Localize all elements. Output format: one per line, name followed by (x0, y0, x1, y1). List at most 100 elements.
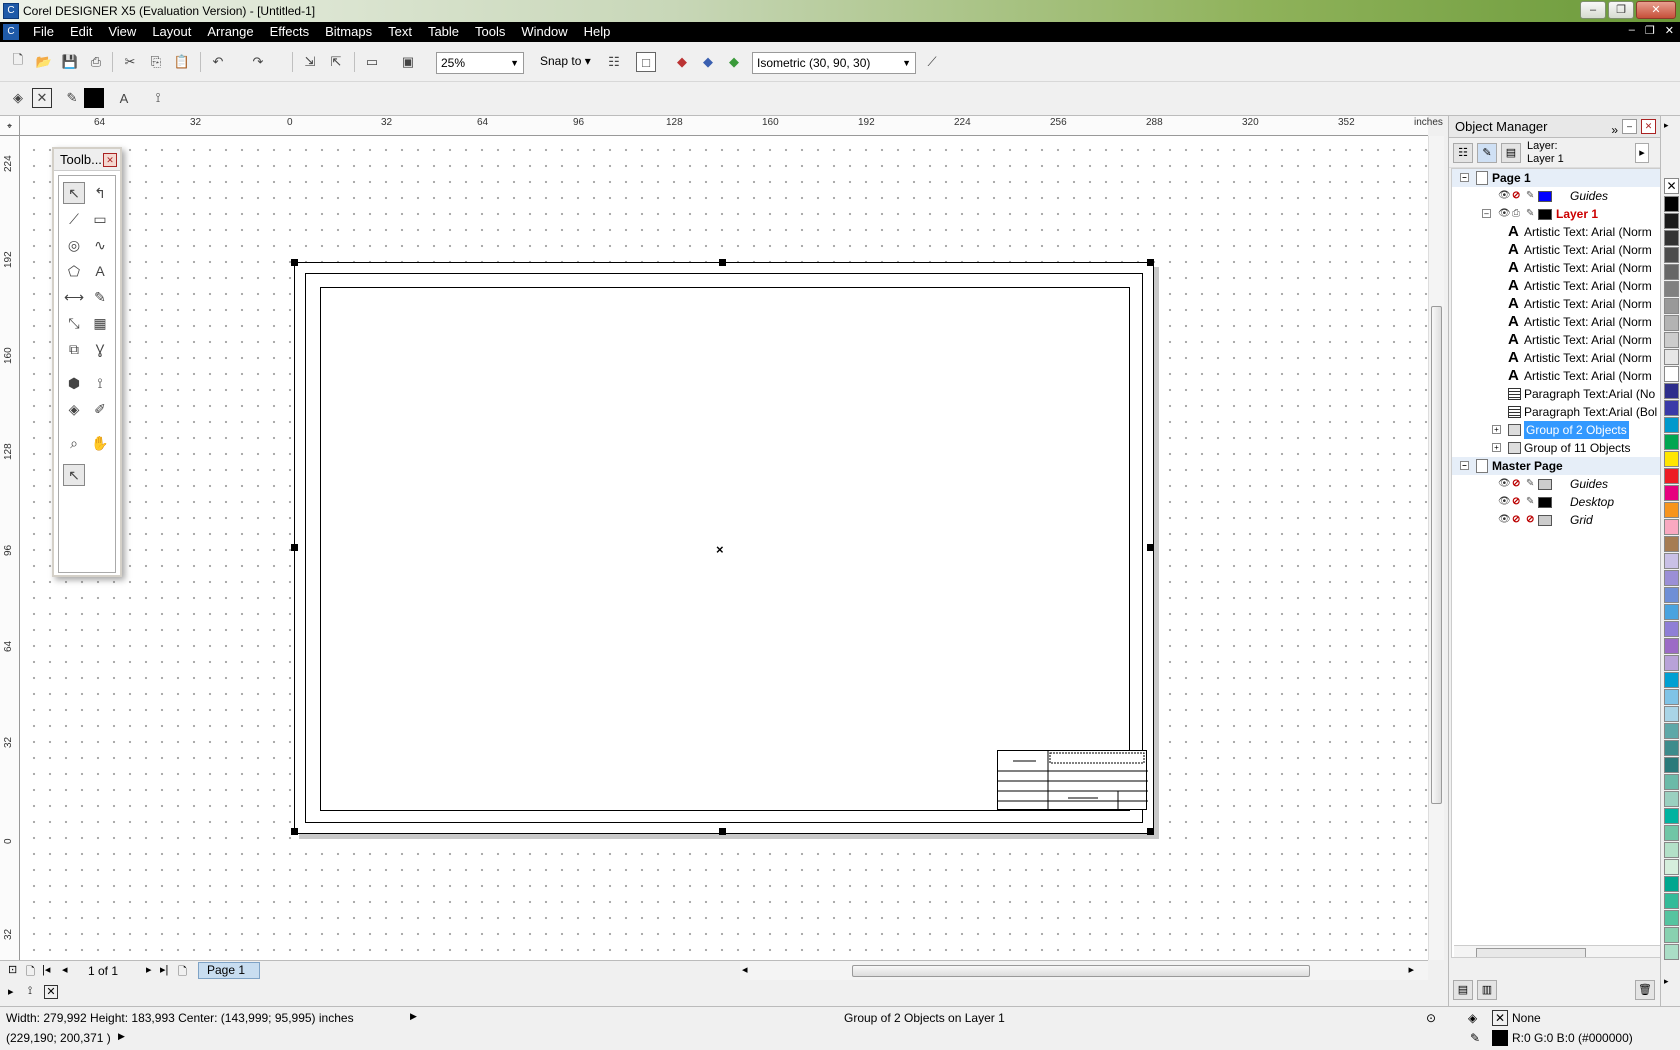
open-icon[interactable]: 📂 (34, 52, 54, 72)
show-properties-icon[interactable]: ☷ (1453, 143, 1473, 163)
menu-tools[interactable]: Tools (467, 22, 513, 42)
color-swatch[interactable] (1664, 383, 1679, 399)
eye-icon[interactable]: 👁 (1498, 187, 1511, 205)
menu-effects[interactable]: Effects (262, 22, 318, 42)
menu-layout[interactable]: Layout (144, 22, 199, 42)
inner-frame[interactable] (320, 287, 1130, 811)
color-swatch[interactable] (1664, 230, 1679, 246)
minimize-panel-icon[interactable]: – (1622, 119, 1637, 134)
pencil-icon[interactable]: ✎ (1526, 187, 1534, 205)
menu-arrange[interactable]: Arrange (199, 22, 261, 42)
object-manager-header[interactable]: Object Manager » – ✕ (1449, 116, 1660, 138)
tree-master-guides[interactable]: 👁 ⊘ ✎ Guides (1452, 475, 1660, 493)
selection-handle[interactable] (1147, 544, 1154, 551)
print-icon[interactable]: ⎙ (86, 52, 106, 72)
connector-tool-icon[interactable]: ⤡ (63, 312, 85, 334)
pencil-icon[interactable]: ✎ (1526, 475, 1534, 493)
vertical-ruler[interactable]: 224 192 160 128 96 64 32 0 32 (0, 136, 20, 960)
snap-to-dropdown[interactable]: Snap to ▾ (540, 54, 591, 68)
tree-group-2-objects[interactable]: + Group of 2 Objects (1452, 421, 1660, 439)
tree-master-grid[interactable]: 👁 ⊘ ⊘ Grid (1452, 511, 1660, 529)
color-swatch[interactable] (1664, 332, 1679, 348)
print-disabled-icon[interactable]: ⊘ (1512, 511, 1520, 529)
outline-tool-icon[interactable]: ✐ (89, 398, 111, 420)
paste-icon[interactable]: 📋 (172, 52, 192, 72)
doc-close-icon[interactable]: ✕ (1665, 24, 1674, 37)
color-swatch[interactable] (1664, 757, 1679, 773)
object-tree-hscroll-thumb[interactable] (1476, 948, 1586, 957)
toolbox-window[interactable]: Toolb... ✕ ↖ ↰ ⟋ ▭ ◎ ∿ ⬠ A ⟷ ✎ ⤡ ▦ ⧉ Ɣ ⬢ … (52, 147, 122, 577)
no-fill-icon[interactable]: ✕ (44, 985, 58, 999)
collapse-icon[interactable]: – (1482, 209, 1491, 218)
tree-paragraph-text[interactable]: Paragraph Text:Arial (No (1452, 385, 1660, 403)
color-swatch[interactable] (1664, 791, 1679, 807)
extrude-tool-icon[interactable]: ⬢ (63, 372, 85, 394)
projection-select[interactable]: Isometric (30, 90, 30) ▼ (752, 52, 916, 74)
selection-handle[interactable] (291, 828, 298, 835)
color-swatch[interactable] (1664, 570, 1679, 586)
menu-table[interactable]: Table (420, 22, 467, 42)
selection-handle[interactable] (719, 828, 726, 835)
title-block[interactable] (997, 750, 1148, 811)
cube-red-icon[interactable]: ◆ (672, 52, 692, 72)
layer-color-swatch[interactable] (1538, 479, 1552, 490)
eyedropper-icon[interactable]: ⟟ (28, 985, 32, 998)
color-swatch[interactable] (1664, 740, 1679, 756)
wireframe-toggle-icon[interactable]: □ (636, 52, 656, 72)
color-swatch[interactable] (1664, 604, 1679, 620)
shapes-tool-icon[interactable]: ⧉ (63, 338, 85, 360)
cut-icon[interactable]: ✂ (120, 52, 140, 72)
color-swatch[interactable] (1664, 451, 1679, 467)
object-tree-hscroll[interactable] (1454, 945, 1660, 957)
color-swatch[interactable] (1664, 434, 1679, 450)
color-swatch[interactable] (1664, 196, 1679, 212)
zoom-level-select[interactable]: 25% ▼ (436, 52, 524, 74)
undo-icon[interactable]: ↶ (208, 52, 228, 72)
horizontal-scroll-thumb[interactable] (852, 965, 1310, 977)
copy-icon[interactable]: ⎘ (146, 52, 166, 72)
next-page-icon[interactable]: ▸ (146, 963, 152, 976)
color-swatch[interactable] (1664, 927, 1679, 943)
color-swatch[interactable] (1664, 247, 1679, 263)
menu-edit[interactable]: Edit (62, 22, 100, 42)
tree-artistic-text[interactable]: A Artistic Text: Arial (Norm (1452, 277, 1660, 295)
layer-color-swatch[interactable] (1538, 497, 1552, 508)
tree-artistic-text[interactable]: A Artistic Text: Arial (Norm (1452, 241, 1660, 259)
scroll-right-icon[interactable]: ▸ (1408, 963, 1414, 976)
selection-center-marker[interactable]: × (716, 542, 724, 557)
expand-arrow-icon[interactable]: ▶ (118, 1031, 125, 1042)
color-swatch[interactable] (1664, 536, 1679, 552)
color-swatch[interactable] (1664, 213, 1679, 229)
pencil-icon[interactable]: ✎ (1526, 205, 1534, 223)
eye-icon[interactable]: 👁 (1498, 205, 1511, 223)
pan-tool-icon[interactable]: ✋ (89, 432, 111, 454)
color-swatch[interactable] (1664, 842, 1679, 858)
no-fill-icon[interactable]: ✕ (32, 88, 52, 108)
selection-handle[interactable] (719, 259, 726, 266)
minimize-button[interactable]: – (1580, 1, 1606, 19)
flyout-arrow-icon[interactable]: ▸ (1635, 143, 1649, 163)
tree-artistic-text[interactable]: A Artistic Text: Arial (Norm (1452, 295, 1660, 313)
selection-handle[interactable] (1147, 259, 1154, 266)
color-swatch[interactable] (1664, 910, 1679, 926)
options-icon[interactable]: ☷ (604, 52, 624, 72)
shape-tool-icon[interactable]: ↰ (89, 182, 111, 204)
menu-bitmaps[interactable]: Bitmaps (317, 22, 380, 42)
outline-color-swatch[interactable] (84, 88, 104, 108)
maximize-button[interactable]: ❐ (1608, 1, 1634, 19)
edit-across-layers-icon[interactable]: ✎ (1477, 143, 1497, 163)
drawing-page[interactable] (294, 262, 1154, 834)
first-page-icon[interactable]: |◂ (42, 963, 50, 976)
color-swatch[interactable] (1664, 298, 1679, 314)
palette-scroll-up-icon[interactable]: ▸ (1664, 120, 1669, 131)
export-icon[interactable]: ⇱ (326, 52, 346, 72)
tree-group-11-objects[interactable]: + Group of 11 Objects (1452, 439, 1660, 457)
tree-master-page[interactable]: – Master Page (1452, 457, 1660, 475)
palette-flyout-icon[interactable]: ▸ (1664, 976, 1669, 987)
new-layer-icon[interactable]: ▤ (1453, 980, 1473, 1000)
collapse-icon[interactable]: – (1460, 173, 1469, 182)
tree-artistic-text[interactable]: A Artistic Text: Arial (Norm (1452, 223, 1660, 241)
virtual-segment-tool-icon[interactable]: ↖ (63, 464, 85, 486)
tree-layer-1[interactable]: – 👁 ⎙ ✎ Layer 1 (1452, 205, 1660, 223)
tree-guides-layer[interactable]: 👁 ⊘ ✎ Guides (1452, 187, 1660, 205)
